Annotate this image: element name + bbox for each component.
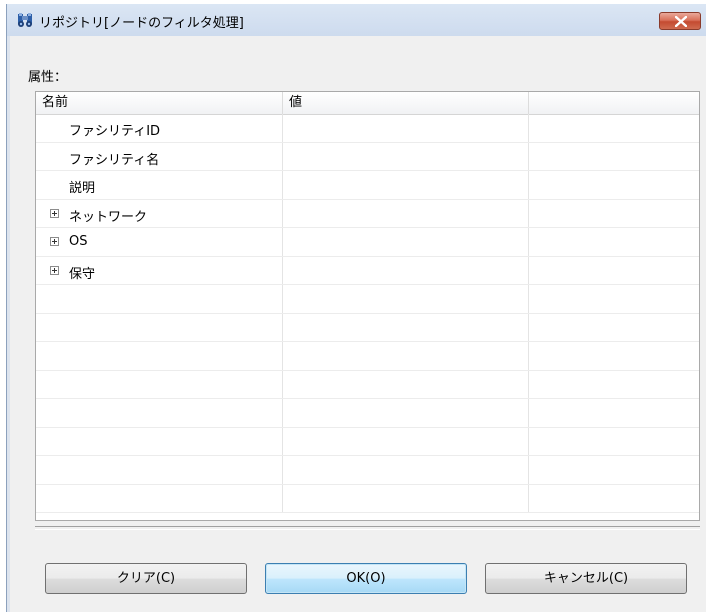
table-row[interactable]: ネットワーク	[36, 199, 699, 228]
table-cell	[36, 456, 283, 484]
table-body: ファシリティID ファシリティ名 説明 ネットワーク OS 保守	[36, 114, 699, 520]
expand-plus-icon[interactable]	[50, 208, 59, 218]
attribute-tree-table[interactable]: 名前 値 ファシリティID ファシリティ名 説明 ネットワーク OS 保守	[35, 91, 700, 521]
ok-button[interactable]: OK(O)	[265, 563, 467, 594]
table-cell	[529, 399, 699, 427]
empty-table-row[interactable]	[36, 313, 699, 342]
table-cell	[36, 427, 283, 455]
empty-table-row[interactable]	[36, 370, 699, 399]
table-cell	[36, 285, 283, 313]
empty-table-row[interactable]	[36, 342, 699, 371]
table-cell	[283, 399, 529, 427]
table-cell	[36, 370, 283, 398]
clear-button[interactable]: クリア(C)	[45, 563, 247, 594]
table-row[interactable]: ファシリティ名	[36, 142, 699, 171]
row-name: ファシリティ名	[69, 152, 160, 168]
column-header-extra[interactable]	[529, 92, 699, 114]
table-row[interactable]: OS	[36, 228, 699, 257]
cancel-button[interactable]: キャンセル(C)	[485, 563, 687, 594]
table-cell	[283, 456, 529, 484]
expand-plus-icon[interactable]	[50, 237, 59, 246]
table-row[interactable]: ファシリティID	[36, 114, 699, 143]
table-cell	[529, 428, 699, 456]
table-cell	[36, 399, 283, 427]
table-cell	[529, 485, 699, 513]
dialog-window: リポジトリ[ノードのフィルタ処理] 属性： 名前 値 ファシリティID ファシリ…	[6, 4, 706, 612]
close-icon	[675, 16, 687, 27]
column-header-name[interactable]: 名前	[36, 92, 283, 114]
table-cell	[283, 484, 529, 512]
table-cell	[36, 313, 283, 341]
empty-table-row[interactable]	[36, 456, 699, 485]
table-cell	[283, 313, 529, 341]
row-name: ネットワーク	[69, 209, 148, 225]
repository-icon	[17, 12, 33, 28]
empty-table-row[interactable]	[36, 427, 699, 456]
table-cell	[36, 342, 283, 370]
close-button[interactable]	[659, 12, 701, 30]
table-row[interactable]: 保守	[36, 256, 699, 285]
table-cell	[283, 370, 529, 398]
window-title: リポジトリ[ノードのフィルタ処理]	[39, 16, 244, 31]
table-header: 名前 値	[36, 92, 699, 115]
column-header-value[interactable]: 値	[283, 92, 529, 114]
table-cell	[283, 285, 529, 313]
table-cell	[529, 314, 699, 342]
table-cell	[36, 484, 283, 512]
separator-line	[35, 526, 700, 530]
dialog-client-area: 属性： 名前 値 ファシリティID ファシリティ名 説明 ネットワーク OS 保…	[10, 36, 706, 612]
table-row[interactable]: 説明	[36, 171, 699, 200]
empty-table-row[interactable]	[36, 484, 699, 513]
row-name: 説明	[69, 181, 96, 196]
row-name: ファシリティID	[69, 124, 161, 139]
attributes-label: 属性：	[28, 70, 68, 85]
table-cell	[283, 342, 529, 370]
table-cell	[529, 285, 699, 313]
title-bar[interactable]: リポジトリ[ノードのフィルタ処理]	[7, 4, 706, 36]
table-cell	[529, 456, 699, 484]
table-cell	[529, 371, 699, 399]
row-name: 保守	[69, 266, 96, 282]
expand-plus-icon[interactable]	[50, 265, 59, 275]
empty-table-row[interactable]	[36, 399, 699, 428]
empty-table-row[interactable]	[36, 285, 699, 314]
table-cell	[283, 427, 529, 455]
table-cell	[529, 342, 699, 370]
row-name: OS	[69, 234, 88, 249]
